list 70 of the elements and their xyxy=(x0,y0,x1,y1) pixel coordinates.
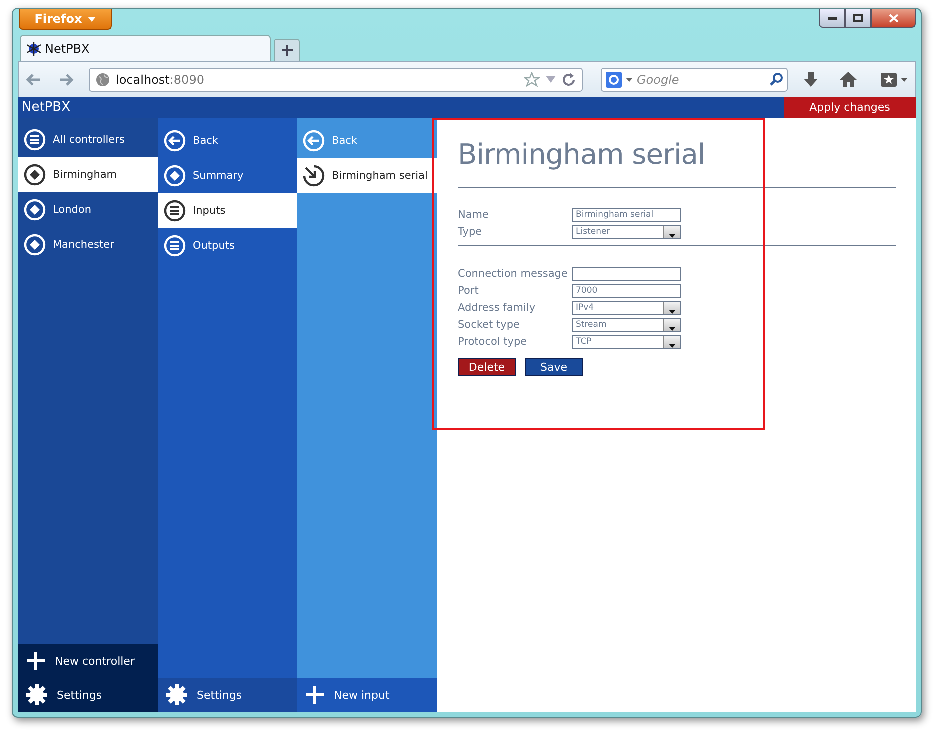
field-label: Type xyxy=(458,226,484,238)
new-tab-button[interactable] xyxy=(274,39,300,61)
home-icon[interactable] xyxy=(840,72,857,87)
minimize-icon xyxy=(828,16,836,20)
star-icon[interactable] xyxy=(524,72,540,87)
field-label: Socket type xyxy=(458,319,521,331)
bookmarks-icon[interactable] xyxy=(881,72,909,88)
input-field[interactable]: 7000 xyxy=(572,284,681,298)
download-icon[interactable] xyxy=(804,72,818,88)
arrow-in-circle-icon xyxy=(303,164,325,186)
plus-icon xyxy=(305,685,325,705)
address-bar[interactable]: localhost:8090 xyxy=(89,68,583,92)
search-icon[interactable] xyxy=(770,73,783,86)
url-text: localhost:8090 xyxy=(116,72,206,86)
caret-icon xyxy=(88,16,96,22)
nav-item[interactable]: Back xyxy=(158,123,297,158)
maximize-button[interactable] xyxy=(845,9,871,28)
caret-icon xyxy=(668,310,676,314)
globe-icon xyxy=(96,72,110,86)
caret-icon xyxy=(668,234,676,238)
footer-button[interactable]: Settings xyxy=(18,678,158,712)
caret-icon xyxy=(668,344,676,348)
search-placeholder: Google xyxy=(637,72,680,86)
search-engine-icon[interactable] xyxy=(606,72,622,88)
list-icon xyxy=(164,234,186,256)
select-field[interactable]: TCP xyxy=(572,335,681,349)
nav-item[interactable]: Outputs xyxy=(158,228,297,263)
footer-button[interactable]: New input xyxy=(297,678,437,712)
footer-button[interactable]: Settings xyxy=(158,678,297,712)
nav-item[interactable]: Manchester xyxy=(18,227,158,262)
input-field[interactable] xyxy=(572,267,681,281)
input-field[interactable]: Birmingham serial xyxy=(572,208,681,222)
list-icon xyxy=(24,128,46,150)
footer-button[interactable]: New controller xyxy=(18,644,158,678)
nav-item[interactable]: Inputs xyxy=(158,193,297,228)
close-button[interactable] xyxy=(871,9,916,28)
maximize-icon xyxy=(853,14,863,22)
search-field[interactable]: Google xyxy=(601,68,788,92)
select-field[interactable]: Stream xyxy=(572,318,681,332)
apply-changes-button[interactable]: Apply changes xyxy=(784,97,916,118)
settings-icon xyxy=(26,684,48,706)
caret-icon xyxy=(668,327,676,331)
plus-icon xyxy=(26,651,46,671)
form-title: Birmingham serial xyxy=(458,138,706,171)
nav-item[interactable]: Summary xyxy=(158,158,297,193)
settings-icon xyxy=(166,684,188,706)
select-field[interactable]: IPv4 xyxy=(572,301,681,315)
field-label: Port xyxy=(458,285,480,297)
field-label: Name xyxy=(458,209,490,221)
field-label: Protocol type xyxy=(458,336,528,348)
select-field[interactable]: Listener xyxy=(572,225,681,239)
favicon-icon xyxy=(27,42,41,56)
plus-icon xyxy=(282,45,292,56)
reload-icon[interactable] xyxy=(562,72,576,86)
save-button[interactable]: Save xyxy=(525,358,583,376)
nav-item[interactable]: All controllers xyxy=(18,122,158,157)
back-icon[interactable] xyxy=(25,72,41,86)
nav-item[interactable]: London xyxy=(18,192,158,227)
minimize-button[interactable] xyxy=(819,9,845,28)
nav-item[interactable]: Birmingham xyxy=(18,157,158,192)
browser-tab[interactable]: NetPBX xyxy=(20,35,271,61)
field-label: Address family xyxy=(458,302,537,314)
caret-icon xyxy=(626,78,633,82)
forward-icon[interactable] xyxy=(59,72,75,86)
field-label: Connection message xyxy=(458,268,569,280)
app-title: NetPBX xyxy=(21,100,70,115)
delete-button[interactable]: Delete xyxy=(458,358,516,376)
nav-item[interactable]: Birmingham serial xyxy=(297,158,437,193)
close-icon xyxy=(888,14,898,22)
list-icon xyxy=(164,200,186,222)
